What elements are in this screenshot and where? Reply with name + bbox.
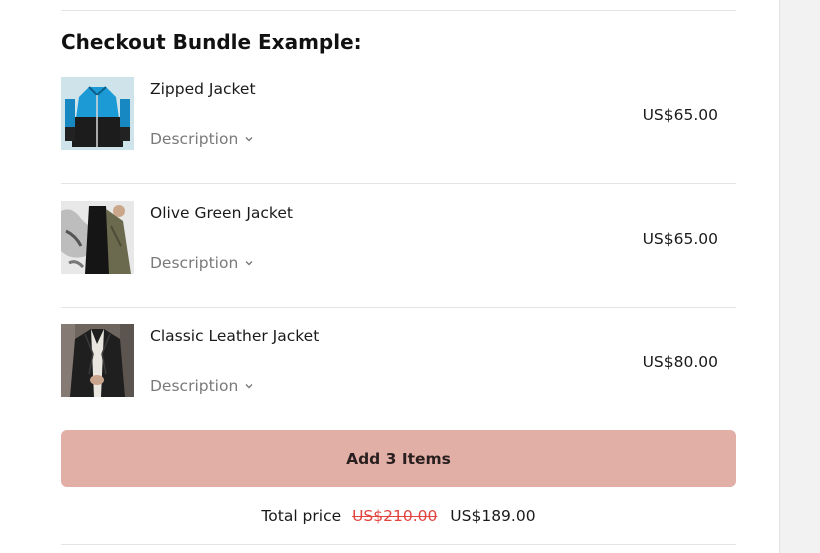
bottom-divider xyxy=(61,544,736,545)
bundle-item-olive-green-jacket: Olive Green Jacket Description US$65.00 xyxy=(61,201,736,311)
bundle-title: Checkout Bundle Example: xyxy=(61,30,362,54)
discounted-price: US$189.00 xyxy=(450,507,536,525)
side-panel xyxy=(779,0,820,553)
chevron-down-icon xyxy=(245,261,253,266)
bundle-item-classic-leather-jacket: Classic Leather Jacket Description US$80… xyxy=(61,324,736,434)
item-price: US$80.00 xyxy=(642,353,718,371)
item-name: Zipped Jacket xyxy=(150,80,256,98)
item-price: US$65.00 xyxy=(642,106,718,124)
bundle-item-zipped-jacket: Zipped Jacket Description US$65.00 xyxy=(61,77,736,187)
item-name: Classic Leather Jacket xyxy=(150,327,320,345)
product-image-olive-green-jacket[interactable] xyxy=(61,201,134,274)
description-label: Description xyxy=(150,254,239,272)
original-price: US$210.00 xyxy=(352,507,438,525)
add-items-button[interactable]: Add 3 Items xyxy=(61,430,736,487)
description-toggle[interactable]: Description xyxy=(150,130,254,148)
description-label: Description xyxy=(150,130,239,148)
description-toggle[interactable]: Description xyxy=(150,377,254,395)
item-divider xyxy=(61,183,736,184)
description-toggle[interactable]: Description xyxy=(150,254,254,272)
chevron-down-icon xyxy=(245,137,253,142)
product-image-classic-leather-jacket[interactable] xyxy=(61,324,134,397)
total-price-label: Total price xyxy=(261,507,342,525)
top-divider xyxy=(61,10,736,11)
item-price: US$65.00 xyxy=(642,230,718,248)
product-image-zipped-jacket[interactable] xyxy=(61,77,134,150)
chevron-down-icon xyxy=(245,384,253,389)
description-label: Description xyxy=(150,377,239,395)
total-price-row: Total price US$210.00 US$189.00 xyxy=(61,507,736,525)
item-divider xyxy=(61,307,736,308)
page: Checkout Bundle Example: Zipped Jacket D… xyxy=(0,0,820,553)
item-name: Olive Green Jacket xyxy=(150,204,293,222)
